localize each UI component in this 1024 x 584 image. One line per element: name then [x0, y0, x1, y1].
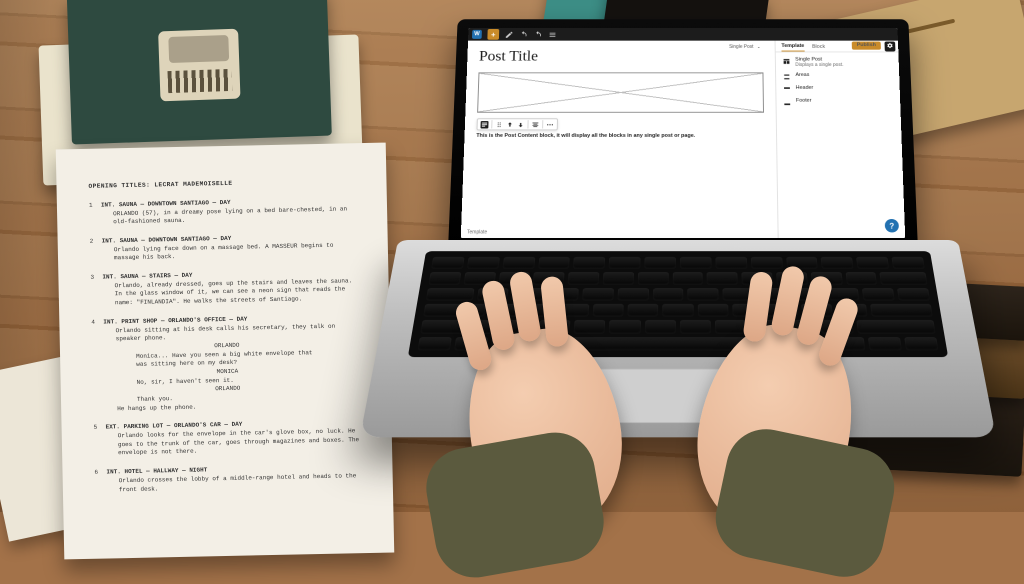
featured-image-placeholder[interactable] — [477, 72, 764, 112]
script-scene: 5EXT. PARKING LOT — ORLANDO'S CAR — DAYO… — [94, 419, 365, 459]
move-down-icon[interactable] — [517, 121, 525, 128]
areas-label: Areas — [795, 72, 809, 77]
book-top — [67, 0, 332, 145]
editor-screen: W + Single Post Post Title — [461, 28, 905, 238]
script-scene: 2INT. SAUNA — DOWNTOWN SANTIAGO — DAYOrl… — [90, 232, 360, 264]
breadcrumb-label: Single Post — [729, 44, 753, 49]
chevron-down-icon — [756, 45, 761, 50]
script-title: OPENING TITLES: LECRAT MADEMOISELLE — [88, 177, 358, 192]
editor-topbar: W + — [468, 28, 898, 41]
move-up-icon[interactable] — [506, 121, 514, 128]
redo-icon[interactable] — [534, 30, 543, 38]
post-content-block-icon[interactable] — [480, 121, 488, 128]
publish-button[interactable]: Publish — [852, 42, 881, 50]
script-scene: 1INT. SAUNA — DOWNTOWN SANTIAGO — DAYORL… — [89, 196, 359, 228]
areas-row[interactable]: Areas — [783, 72, 893, 80]
template-desc: Displays a single post. — [795, 62, 843, 67]
script-scene: 4INT. PRINT SHOP — ORLANDO'S OFFICE — DA… — [91, 313, 363, 414]
template-panel: Single Post Displays a single post. Area… — [776, 52, 901, 115]
laptop-lid: W + Single Post Post Title — [448, 19, 918, 250]
tab-template[interactable]: Template — [781, 43, 804, 51]
post-content-block-note: This is the Post Content block, it will … — [476, 133, 764, 140]
undo-icon[interactable] — [519, 30, 528, 38]
more-options-icon[interactable] — [546, 121, 554, 128]
list-view-icon[interactable] — [548, 30, 557, 38]
settings-sidebar: Template Block Publish Single Post Displ… — [775, 41, 906, 239]
header-area-row[interactable]: Header — [783, 85, 893, 93]
wp-logo-icon[interactable]: W — [472, 30, 482, 39]
edit-icon[interactable] — [505, 30, 514, 38]
align-icon[interactable] — [531, 121, 539, 128]
template-name-row[interactable]: Single Post Displays a single post. — [783, 57, 893, 68]
header-area-icon — [783, 86, 791, 93]
block-toolbar — [476, 118, 557, 130]
post-title-field[interactable]: Post Title — [479, 49, 764, 65]
add-block-button[interactable]: + — [487, 29, 499, 40]
footer-area-row[interactable]: Footer — [783, 98, 893, 106]
typewriter-illustration — [158, 29, 240, 102]
footer-area-label: Footer — [796, 98, 812, 104]
screenplay-page: OPENING TITLES: LECRAT MADEMOISELLE 1INT… — [56, 143, 395, 560]
help-button[interactable]: ? — [885, 219, 899, 232]
header-area-label: Header — [796, 85, 814, 90]
photo-scene: OPENING TITLES: LECRAT MADEMOISELLE 1INT… — [0, 0, 1024, 512]
editor-statusbar: Template — [467, 230, 487, 236]
settings-gear-button[interactable] — [884, 42, 895, 52]
drag-handle-icon[interactable] — [495, 121, 503, 128]
areas-icon — [783, 73, 791, 80]
script-scene: 6INT. HOTEL — HALLWAY — NIGHTOrlando cro… — [94, 463, 364, 495]
footer-area-icon — [783, 99, 791, 106]
template-breadcrumb[interactable]: Single Post — [729, 44, 761, 49]
layout-icon — [783, 58, 791, 65]
editor-canvas[interactable]: Single Post Post Title — [461, 41, 778, 239]
laptop-base — [360, 240, 996, 437]
sidebar-tabs: Template Block Publish — [776, 41, 899, 53]
tab-block[interactable]: Block — [812, 44, 825, 51]
script-scene: 3INT. SAUNA — STAIRS — DAYOrlando, alrea… — [90, 268, 361, 308]
